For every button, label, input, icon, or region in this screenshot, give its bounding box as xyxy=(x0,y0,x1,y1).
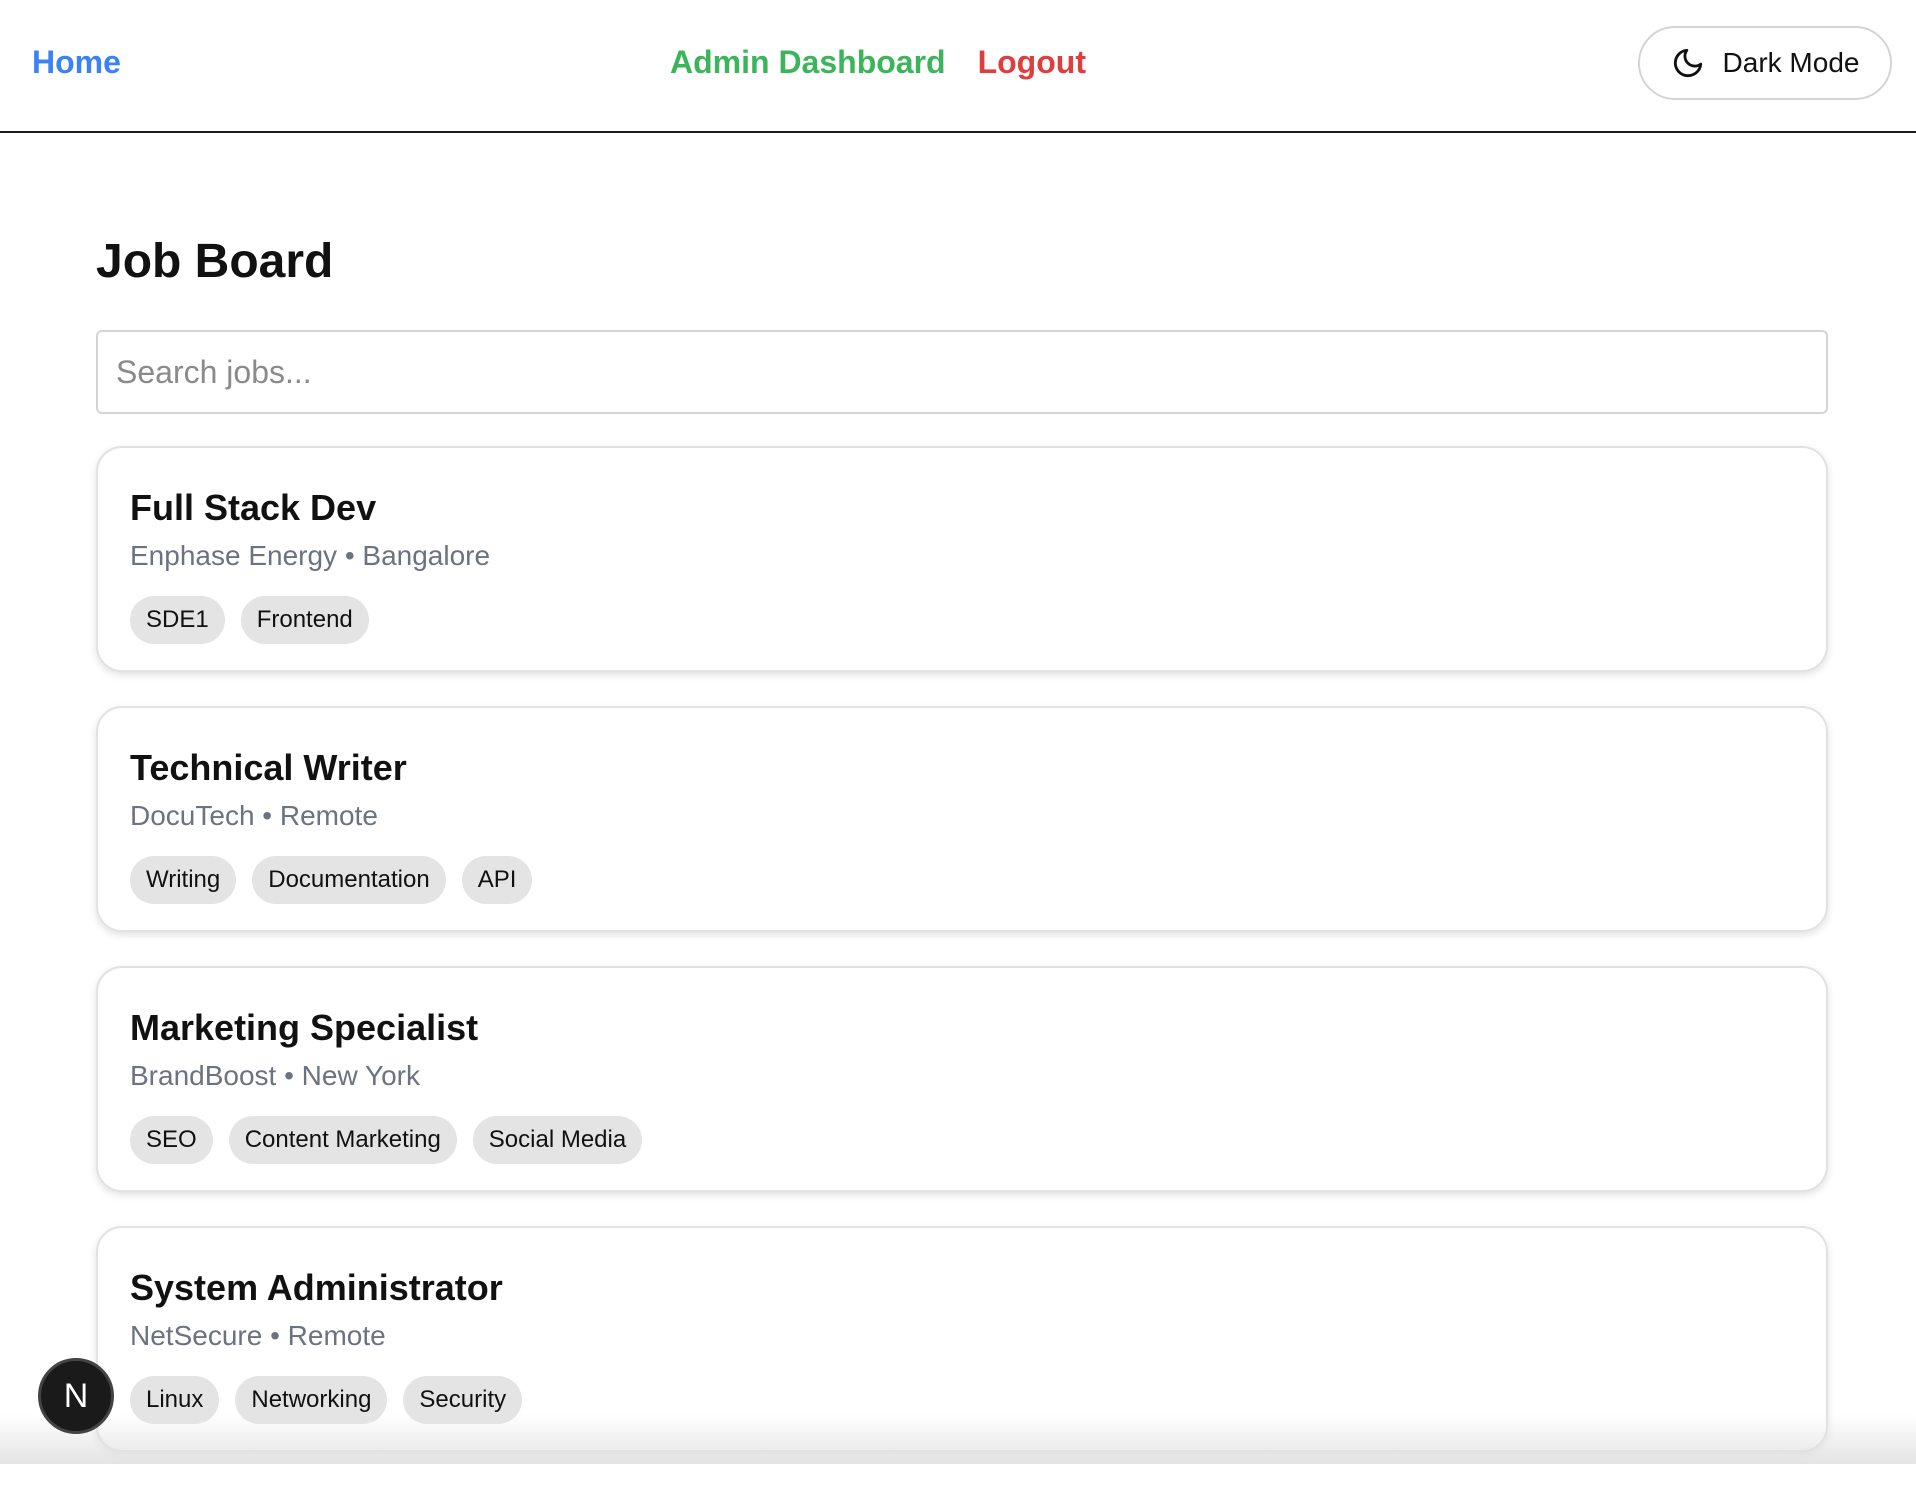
job-card[interactable]: Marketing Specialist BrandBoost • New Yor… xyxy=(96,966,1828,1192)
job-tags: SDE1 Frontend xyxy=(130,596,1794,644)
job-card[interactable]: Full Stack Dev Enphase Energy • Bangalore… xyxy=(96,446,1828,672)
nextjs-dev-badge[interactable]: N xyxy=(38,1358,114,1434)
top-navbar: Home Admin Dashboard Logout Dark Mode xyxy=(0,0,1916,133)
job-tag: Social Media xyxy=(473,1116,642,1164)
job-tag: Documentation xyxy=(252,856,445,904)
logout-link[interactable]: Logout xyxy=(978,44,1086,81)
job-tags: Linux Networking Security xyxy=(130,1376,1794,1424)
job-tag: Networking xyxy=(235,1376,387,1424)
job-tag: SEO xyxy=(130,1116,213,1164)
job-company-location: BrandBoost • New York xyxy=(130,1058,1794,1094)
job-tags: SEO Content Marketing Social Media xyxy=(130,1116,1794,1164)
job-tag: Security xyxy=(403,1376,522,1424)
job-title: Technical Writer xyxy=(130,746,1794,790)
admin-dashboard-link[interactable]: Admin Dashboard xyxy=(670,44,946,81)
job-card[interactable]: System Administrator NetSecure • Remote Li… xyxy=(96,1226,1828,1452)
home-link[interactable]: Home xyxy=(32,44,121,81)
job-tag: SDE1 xyxy=(130,596,225,644)
job-list: Full Stack Dev Enphase Energy • Bangalore… xyxy=(96,446,1828,1452)
search-input[interactable] xyxy=(96,330,1828,414)
job-company-location: DocuTech • Remote xyxy=(130,798,1794,834)
main-content: Job Board Full Stack Dev Enphase Energy •… xyxy=(96,230,1828,1486)
job-company-location: Enphase Energy • Bangalore xyxy=(130,538,1794,574)
job-tags: Writing Documentation API xyxy=(130,856,1794,904)
job-title: System Administrator xyxy=(130,1266,1794,1310)
nav-center-links: Admin Dashboard Logout xyxy=(670,44,1086,81)
page-title: Job Board xyxy=(96,230,1828,294)
job-title: Full Stack Dev xyxy=(130,486,1794,530)
nextjs-icon: N xyxy=(64,1377,89,1416)
job-tag: Linux xyxy=(130,1376,219,1424)
moon-icon xyxy=(1671,46,1705,80)
job-company-location: NetSecure • Remote xyxy=(130,1318,1794,1354)
job-card[interactable]: Technical Writer DocuTech • Remote Writing… xyxy=(96,706,1828,932)
dark-mode-toggle[interactable]: Dark Mode xyxy=(1638,26,1892,100)
job-tag: Content Marketing xyxy=(229,1116,457,1164)
job-tag: Frontend xyxy=(241,596,369,644)
dark-mode-label: Dark Mode xyxy=(1723,47,1860,79)
job-tag: API xyxy=(462,856,533,904)
job-title: Marketing Specialist xyxy=(130,1006,1794,1050)
job-tag: Writing xyxy=(130,856,236,904)
